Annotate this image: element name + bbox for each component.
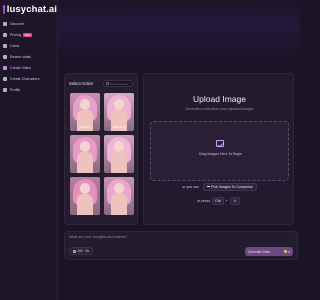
search-icon (106, 82, 109, 85)
sidebar-item-discover[interactable]: Discover (0, 18, 57, 29)
generate-label: Generate Video (248, 249, 271, 254)
paste-row: or press Ctrl + V (144, 197, 295, 205)
model-label: 480 - 5s (77, 249, 90, 253)
brand-name: lusychat.ai (6, 3, 57, 15)
character-face (80, 141, 90, 152)
action-label: Flirting (80, 125, 90, 129)
sidebar-item-label: Create Video (10, 65, 31, 70)
chat-icon (3, 54, 7, 59)
sidebar-item-label: Cams (10, 43, 20, 48)
search-placeholder: Search action (110, 81, 129, 86)
sidebar-item-label: Discover (10, 21, 24, 26)
character-face (114, 141, 124, 152)
sidebar-item-recent-chats[interactable]: Recent chats (0, 51, 57, 62)
sidebar-item-create-characters[interactable]: Create Characters (0, 73, 57, 84)
sidebar-item-cams[interactable]: Cams (0, 40, 57, 51)
clock-icon (73, 249, 76, 253)
action-card[interactable]: Flirting (70, 93, 100, 131)
user-icon (3, 87, 7, 92)
select-action-panel: Select Action Search action Flirting Sed… (64, 73, 138, 225)
logo-mark-icon (3, 4, 5, 14)
upload-subtitle: Generate a video from your uploaded imag… (185, 107, 254, 111)
upload-panel: Upload Image Generate a video from your … (143, 73, 294, 225)
sidebar-item-create-video[interactable]: Create Video (0, 62, 57, 73)
v-key: V (229, 197, 240, 205)
character-body (111, 152, 127, 173)
sidebar-item-profile[interactable]: Profile (0, 84, 57, 95)
sidebar-item-pricing[interactable]: Pricing Sale (0, 29, 57, 40)
plus-text: + (225, 199, 228, 203)
character-body (111, 194, 127, 215)
sale-badge: Sale (23, 32, 33, 37)
plus-icon (3, 76, 7, 81)
brand-logo[interactable]: lusychat.ai (0, 1, 57, 17)
camera-icon (3, 43, 7, 48)
sidebar-item-label: Create Characters (10, 76, 40, 81)
sidebar-item-label: Pricing (10, 32, 21, 37)
pick-images-label: Pick Images To Compress (211, 185, 253, 189)
compass-icon (3, 21, 7, 26)
select-action-title: Select Action (69, 81, 94, 86)
action-card[interactable]: Seducing (104, 93, 134, 131)
pick-images-button[interactable]: Pick Images To Compress (203, 183, 257, 191)
sidebar-nav: Discover Pricing Sale Cams Recent chats … (0, 18, 57, 95)
generate-video-button[interactable]: Generate Video 0 (245, 247, 293, 256)
action-card[interactable] (70, 135, 100, 173)
upload-title: Upload Image (193, 94, 246, 104)
image-dropzone[interactable]: Drag Images Here To Begin (150, 121, 289, 181)
character-face (114, 99, 124, 110)
cost-value: 0 (288, 249, 290, 254)
or-text: or you can (182, 185, 200, 189)
ctrl-key: Ctrl (212, 197, 224, 205)
sidebar: lusychat.ai Discover Pricing Sale Cams R… (0, 0, 58, 300)
action-search-input[interactable]: Search action (103, 80, 133, 87)
action-grid: Flirting Seducing (65, 87, 137, 215)
character-body (77, 152, 93, 173)
cost-indicator: 0 (284, 250, 290, 254)
video-icon (3, 65, 7, 70)
coin-icon (284, 250, 288, 253)
sidebar-item-label: Recent chats (10, 54, 31, 59)
press-text: or press (197, 199, 211, 203)
action-card[interactable] (104, 177, 134, 215)
image-icon (216, 140, 224, 147)
action-card[interactable] (104, 135, 134, 173)
prompt-input[interactable]: What are your thoughts and wishes? (69, 235, 127, 239)
upload-icon (207, 185, 210, 189)
tag-icon (3, 32, 7, 37)
pick-row: or you can Pick Images To Compress (144, 183, 295, 191)
character-face (80, 99, 90, 110)
character-face (114, 183, 124, 194)
dropzone-text: Drag Images Here To Begin (198, 152, 243, 156)
character-body (77, 194, 93, 215)
prompt-bar: What are your thoughts and wishes? 480 -… (64, 231, 298, 260)
model-select[interactable]: 480 - 5s (69, 247, 94, 255)
action-card[interactable] (70, 177, 100, 215)
character-face (80, 183, 90, 194)
sidebar-item-label: Profile (10, 87, 21, 92)
action-label: Seducing (112, 125, 126, 129)
